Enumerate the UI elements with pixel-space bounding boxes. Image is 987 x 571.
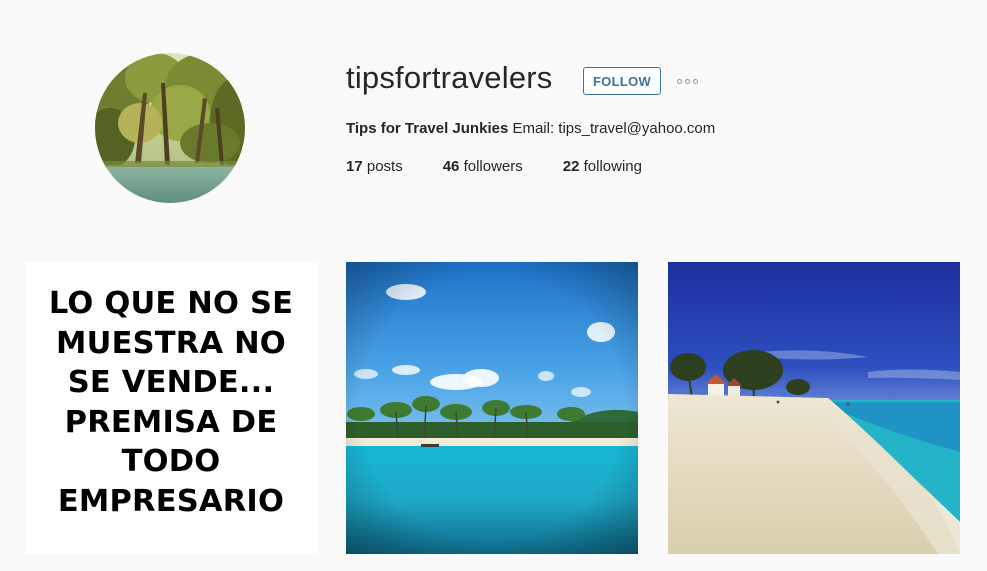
profile-username: tipsfortravelers (346, 60, 553, 95)
profile-full-name: Tips for Travel Junkies (346, 120, 509, 137)
following-link[interactable]: 22 following (563, 158, 642, 175)
following-label: following (583, 158, 642, 175)
posts-count-value: 17 (346, 158, 363, 175)
post-text-line: MUESTRA NO (56, 325, 286, 361)
profile-avatar[interactable] (95, 53, 245, 203)
beach-photo (668, 262, 960, 554)
profile-page: tipsfortravelers FOLLOW Tips for Travel … (0, 0, 987, 571)
following-count-value: 22 (562, 158, 580, 175)
tropical-island-photo (346, 262, 638, 554)
dot (693, 78, 698, 84)
profile-bio: Tips for Travel Junkies Email: tips_trav… (346, 120, 715, 137)
post-thumbnail-1[interactable]: LO QUE NO SE MUESTRA NO SE VENDE... PREM… (25, 262, 317, 554)
posts-count-label: posts (366, 158, 403, 175)
post-text-line: TODO (121, 444, 221, 479)
follow-button[interactable]: FOLLOW (583, 67, 661, 95)
followers-count-value: 46 (442, 158, 460, 175)
post-text-line: LO QUE NO SE (48, 286, 294, 321)
avatar-forest-image (95, 53, 245, 203)
post-text-line: SE VENDE... (67, 365, 275, 400)
profile-bio-text: Email: tips_travel@yahoo.com (508, 120, 716, 137)
post-text-overlay: LO QUE NO SE MUESTRA NO SE VENDE... PREM… (25, 284, 317, 521)
dot (685, 78, 690, 84)
ellipsis-icon[interactable] (677, 74, 705, 88)
post-thumbnail-3[interactable] (668, 262, 960, 554)
followers-link[interactable]: 46 followers (443, 158, 523, 175)
post-text-line: EMPRESARIO (57, 483, 285, 519)
profile-stats: 17 posts 46 followers 22 following (346, 158, 682, 175)
post-text-line: PREMISA DE (64, 404, 278, 440)
dot (677, 78, 682, 84)
posts-count: 17 posts (346, 158, 403, 175)
post-thumbnail-2[interactable] (346, 262, 638, 554)
followers-label: followers (463, 158, 523, 175)
